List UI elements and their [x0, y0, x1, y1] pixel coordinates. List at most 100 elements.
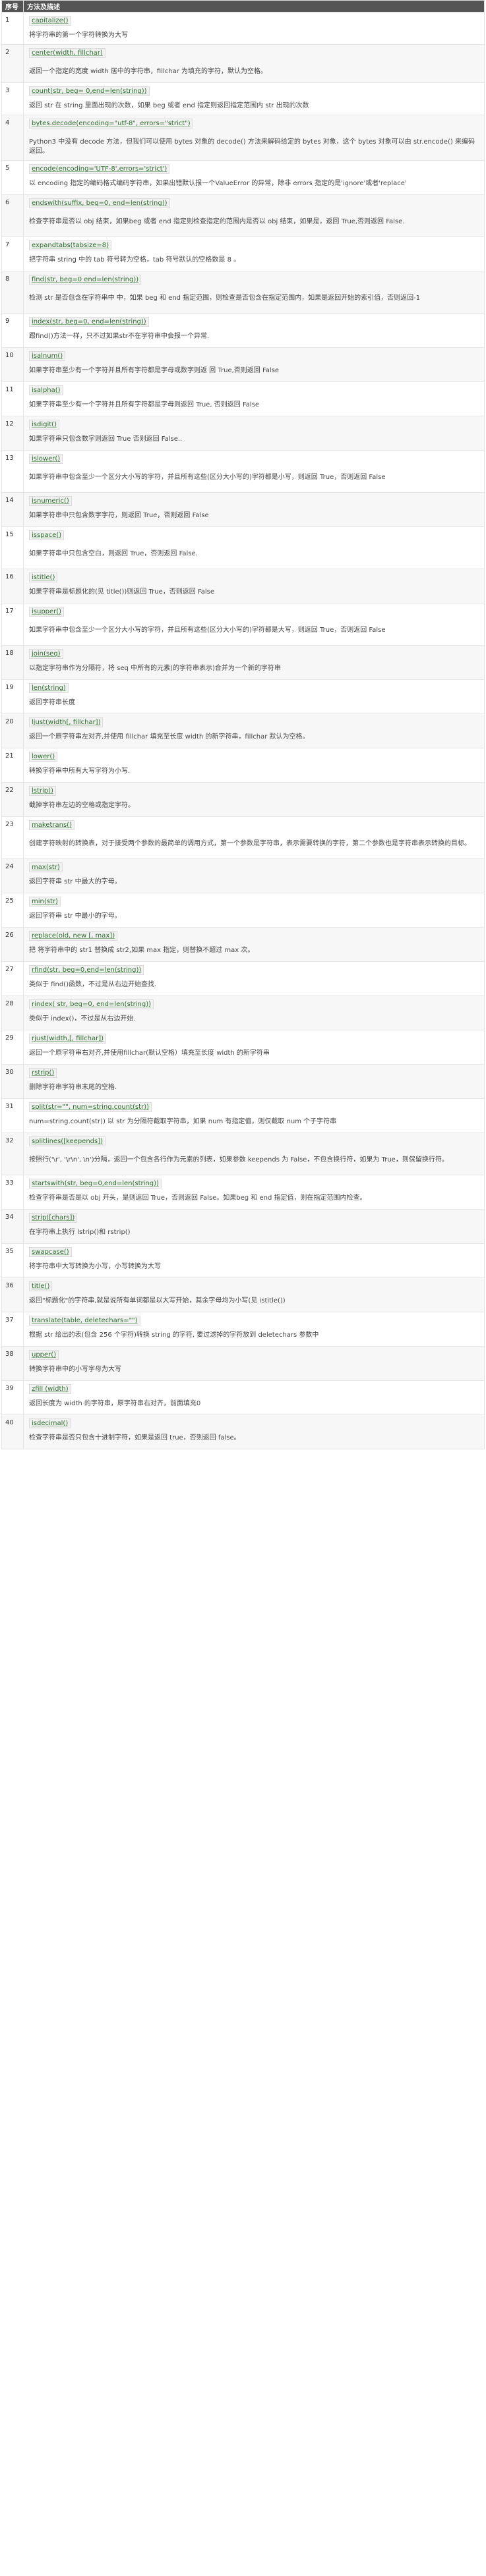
method-cell: replace(old, new [, max]) 把 将字符串中的 str1 替…	[23, 927, 485, 962]
table-row: 2 center(width, fillchar) 返回一个指定的宽度 width …	[1, 44, 485, 83]
method-cell: lower() 转换字符串中所有大写字符为小写.	[23, 748, 485, 783]
method-description: 删除字符串字符串末尾的空格.	[29, 1084, 117, 1091]
method-link[interactable]: maketrans()	[29, 820, 75, 830]
method-link[interactable]: swapcase()	[29, 1247, 72, 1257]
method-cell: rfind(str, beg=0,end=len(string)) 类似于 fin…	[23, 961, 485, 996]
table-row: 24 max(str) 返回字符串 str 中最大的字母。	[1, 858, 485, 893]
row-number: 40	[1, 1414, 24, 1449]
method-link[interactable]: rindex( str, beg=0, end=len(string))	[29, 999, 154, 1009]
method-description: 根据 str 给出的表(包含 256 个字符)转换 string 的字符, 要过…	[29, 1331, 319, 1339]
method-link[interactable]: istitle()	[29, 573, 58, 582]
method-cell: title() 返回"标题化"的字符串,就是说所有单词都是以大写开始，其余字母均为…	[23, 1277, 485, 1312]
table-row: 20 ljust(width[, fillchar]) 返回一个原字符串左对齐,并使…	[1, 714, 485, 748]
table-row: 5 encode(encoding='UTF-8',errors='strict'…	[1, 160, 485, 195]
method-description: 截掉字符串左边的空格或指定字符。	[29, 802, 135, 809]
table-row: 8 find(str, beg=0 end=len(string)) 检测 str …	[1, 271, 485, 314]
table-row: 22 lstrip() 截掉字符串左边的空格或指定字符。	[1, 782, 485, 817]
table-row: 26 replace(old, new [, max]) 把 将字符串中的 str1…	[1, 927, 485, 962]
method-link[interactable]: isdigit()	[29, 420, 59, 430]
row-number: 34	[1, 1209, 24, 1244]
table-row: 30 rstrip() 删除字符串字符串末尾的空格.	[1, 1064, 485, 1099]
method-link[interactable]: join(seq)	[29, 649, 63, 659]
row-number: 26	[1, 927, 24, 962]
row-number: 32	[1, 1133, 24, 1175]
method-cell: isalnum() 如果字符串至少有一个字符并且所有字符都是字母或数字则返 回 T…	[23, 347, 485, 382]
method-link[interactable]: startswith(str, beg=0,end=len(string))	[29, 1179, 162, 1189]
method-link[interactable]: expandtabs(tabsize=8)	[29, 240, 111, 250]
row-number: 1	[1, 12, 24, 45]
method-link[interactable]: find(str, beg=0 end=len(string))	[29, 275, 142, 285]
method-link[interactable]: upper()	[29, 1350, 59, 1360]
method-cell: startswith(str, beg=0,end=len(string)) 检查…	[23, 1175, 485, 1210]
method-link[interactable]: len(string)	[29, 683, 69, 693]
method-link[interactable]: isupper()	[29, 607, 65, 617]
method-cell: isdigit() 如果字符串只包含数字则返回 True 否则返回 False..	[23, 416, 485, 451]
method-cell: index(str, beg=0, end=len(string)) 跟find(…	[23, 313, 485, 348]
method-description: 把字符串 string 中的 tab 符号转为空格，tab 符号默认的空格数是 …	[29, 256, 241, 264]
table-row: 7 expandtabs(tabsize=8) 把字符串 string 中的 tab…	[1, 237, 485, 271]
method-link[interactable]: title()	[29, 1281, 53, 1291]
table-row: 9 index(str, beg=0, end=len(string)) 跟find…	[1, 313, 485, 348]
method-link[interactable]: rstrip()	[29, 1068, 57, 1078]
method-link[interactable]: ljust(width[, fillchar])	[29, 717, 104, 727]
method-link[interactable]: zfill (width)	[29, 1384, 71, 1394]
method-cell: center(width, fillchar) 返回一个指定的宽度 width 居…	[23, 44, 485, 83]
row-number: 8	[1, 271, 24, 314]
table-row: 10 isalnum() 如果字符串至少有一个字符并且所有字符都是字母或数字则返 回…	[1, 347, 485, 382]
method-description: 返回一个指定的宽度 width 居中的字符串，fillchar 为填充的字符，默…	[29, 68, 268, 75]
method-link[interactable]: encode(encoding='UTF-8',errors='strict')	[29, 164, 170, 174]
method-description: 返回字符串长度	[29, 699, 75, 706]
method-link[interactable]: isspace()	[29, 530, 65, 540]
method-description: 如果字符串中包含至少一个区分大小写的字符，并且所有这些(区分大小写的)字符都是小…	[29, 474, 386, 481]
method-link[interactable]: count(str, beg= 0,end=len(string))	[29, 86, 150, 96]
row-number: 22	[1, 782, 24, 817]
method-cell: translate(table, deletechars="") 根据 str 给…	[23, 1312, 485, 1347]
table-row: 34 strip([chars]) 在字符串上执行 lstrip()和 rstrip…	[1, 1209, 485, 1244]
table-row: 13 islower() 如果字符串中包含至少一个区分大小写的字符，并且所有这些(区…	[1, 450, 485, 493]
method-cell: rindex( str, beg=0, end=len(string)) 类似于 …	[23, 995, 485, 1030]
method-link[interactable]: replace(old, new [, max])	[29, 931, 118, 941]
method-link[interactable]: isnumeric()	[29, 496, 72, 506]
method-link[interactable]: isalpha()	[29, 385, 63, 395]
row-number: 13	[1, 450, 24, 493]
method-cell: endswith(suffix, beg=0, end=len(string))…	[23, 194, 485, 237]
method-link[interactable]: islower()	[29, 454, 63, 464]
method-link[interactable]: strip([chars])	[29, 1213, 78, 1223]
method-description: 创建字符映射的转换表，对于接受两个参数的最简单的调用方式，第一个参数是字符串，表…	[29, 840, 471, 847]
table-row: 16 istitle() 如果字符串是标题化的(见 title())则返回 True…	[1, 569, 485, 603]
method-link[interactable]: lstrip()	[29, 786, 56, 796]
method-cell: len(string) 返回字符串长度	[23, 679, 485, 714]
method-link[interactable]: translate(table, deletechars="")	[29, 1316, 140, 1326]
method-link[interactable]: isalnum()	[29, 351, 66, 361]
method-link[interactable]: lower()	[29, 752, 58, 762]
method-link[interactable]: rfind(str, beg=0,end=len(string))	[29, 965, 144, 975]
table-row: 39 zfill (width) 返回长度为 width 的字符串，原字符串右对齐，…	[1, 1380, 485, 1415]
method-link[interactable]: rjust(width,[, fillchar])	[29, 1034, 106, 1044]
method-link[interactable]: center(width, fillchar)	[29, 48, 106, 58]
method-link[interactable]: splitlines([keepends])	[29, 1136, 106, 1146]
method-description: Python3 中没有 decode 方法，但我们可以使用 bytes 对象的 …	[29, 138, 475, 155]
method-description: 以 encoding 指定的编码格式编码字符串，如果出错默认报一个ValueEr…	[29, 180, 407, 187]
method-description: 如果字符串是标题化的(见 title())则返回 True，否则返回 False	[29, 588, 215, 596]
row-number: 37	[1, 1312, 24, 1347]
table-row: 28 rindex( str, beg=0, end=len(string)) 类似…	[1, 995, 485, 1030]
method-description: 返回一个原字符串左对齐,并使用 fillchar 填充至长度 width 的新字…	[29, 733, 309, 741]
method-description: 检查字符串是否只包含十进制字符，如果是返回 true，否则返回 false。	[29, 1434, 241, 1442]
method-description: 返回"标题化"的字符串,就是说所有单词都是以大写开始，其余字母均为小写(见 is…	[29, 1297, 286, 1304]
method-link[interactable]: index(str, beg=0, end=len(string))	[29, 317, 149, 327]
table-row: 17 isupper() 如果字符串中包含至少一个区分大小写的字符，并且所有这些(区…	[1, 603, 485, 646]
header-number: 序号	[1, 0, 24, 13]
method-link[interactable]: capitalize()	[29, 16, 71, 26]
row-number: 20	[1, 714, 24, 748]
method-link[interactable]: bytes.decode(encoding="utf-8", errors="s…	[29, 119, 193, 128]
method-link[interactable]: max(str)	[29, 862, 63, 872]
method-link[interactable]: endswith(suffix, beg=0, end=len(string))	[29, 198, 170, 208]
row-number: 19	[1, 679, 24, 714]
table-row: 38 upper() 转换字符串中的小写字母为大写	[1, 1346, 485, 1381]
method-link[interactable]: isdecimal()	[29, 1418, 71, 1428]
method-cell: isnumeric() 如果字符串中只包含数字字符，则返回 True，否则返回 F…	[23, 492, 485, 527]
method-link[interactable]: split(str="", num=string.count(str))	[29, 1102, 152, 1112]
method-cell: split(str="", num=string.count(str)) num=…	[23, 1098, 485, 1133]
method-description: 把 将字符串中的 str1 替换成 str2,如果 max 指定，则替换不超过 …	[29, 947, 255, 954]
method-link[interactable]: min(str)	[29, 897, 61, 907]
